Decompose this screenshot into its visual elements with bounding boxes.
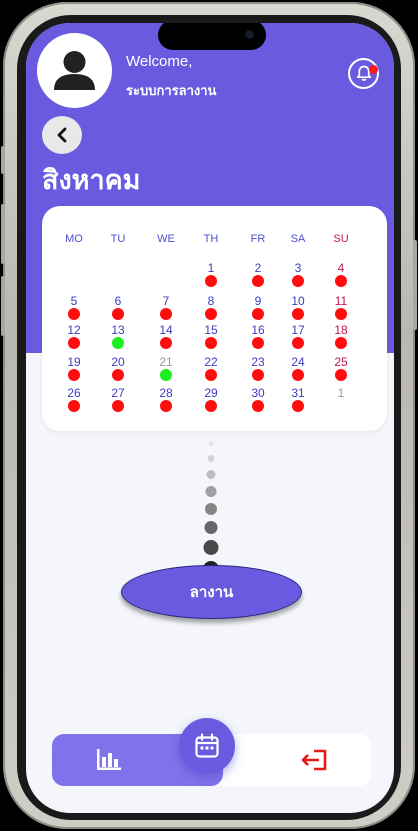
calendar-day[interactable]: 10 bbox=[291, 294, 304, 308]
calendar-day[interactable]: 5 bbox=[71, 294, 78, 308]
weekday-label: FR bbox=[250, 233, 266, 245]
status-dot-absent bbox=[335, 275, 347, 287]
calendar-day[interactable]: 26 bbox=[67, 386, 80, 400]
side-button-volume-down bbox=[1, 276, 5, 336]
notification-badge bbox=[369, 65, 378, 74]
calendar-day[interactable]: 19 bbox=[67, 355, 80, 369]
avatar[interactable] bbox=[37, 33, 112, 108]
calendar-day[interactable]: 28 bbox=[159, 386, 172, 400]
leave-request-button[interactable]: ลางาน bbox=[121, 565, 302, 619]
weekday-label: TU bbox=[110, 233, 126, 245]
status-dot-absent bbox=[292, 369, 304, 381]
calendar-day[interactable]: 18 bbox=[334, 323, 347, 337]
weekday-label: SA bbox=[290, 233, 306, 245]
calendar-day[interactable]: 12 bbox=[67, 323, 80, 337]
status-dot-absent bbox=[335, 337, 347, 349]
side-button-power bbox=[413, 240, 417, 330]
status-dot-absent bbox=[252, 308, 264, 320]
loader-dot bbox=[203, 540, 219, 555]
loader-dot bbox=[208, 441, 214, 446]
notification-button[interactable] bbox=[348, 58, 379, 89]
status-dot-absent bbox=[68, 337, 80, 349]
loader-dot bbox=[204, 521, 218, 534]
status-dot-absent bbox=[205, 369, 217, 381]
status-dot-absent bbox=[252, 275, 264, 287]
loader-dot bbox=[206, 470, 216, 479]
welcome-text: Welcome, bbox=[126, 53, 193, 70]
calendar-day[interactable]: 29 bbox=[204, 386, 217, 400]
calendar-day[interactable]: 23 bbox=[251, 355, 264, 369]
calendar-day[interactable]: 24 bbox=[291, 355, 304, 369]
dynamic-island bbox=[158, 23, 266, 50]
calendar-day[interactable]: 22 bbox=[204, 355, 217, 369]
status-dot-absent bbox=[252, 400, 264, 412]
status-dot-absent bbox=[335, 308, 347, 320]
calendar-day[interactable]: 13 bbox=[111, 323, 124, 337]
calendar-day[interactable]: 8 bbox=[208, 294, 215, 308]
status-dot-absent bbox=[205, 275, 217, 287]
calendar-day[interactable]: 11 bbox=[335, 294, 347, 308]
calendar-day[interactable]: 1 bbox=[208, 261, 215, 275]
loader-dot bbox=[205, 503, 217, 515]
calendar-card: MO TU WE TH FR SA SU 1 2 3 4 5 6 7 8 9 10 11 12 13 14 15 16 17 1… bbox=[42, 206, 387, 431]
status-dot-absent bbox=[160, 400, 172, 412]
status-dot-absent bbox=[205, 337, 217, 349]
calendar-day[interactable]: 7 bbox=[163, 294, 170, 308]
side-button-silent bbox=[1, 146, 5, 174]
status-dot-absent bbox=[160, 337, 172, 349]
calendar-icon bbox=[195, 733, 219, 758]
status-dot-absent bbox=[252, 369, 264, 381]
calendar-day[interactable]: 14 bbox=[159, 323, 172, 337]
calendar-day[interactable]: 15 bbox=[204, 323, 217, 337]
tab-calendar[interactable] bbox=[179, 718, 235, 774]
status-dot-absent bbox=[205, 400, 217, 412]
side-button-volume-up bbox=[1, 204, 5, 264]
chevron-left-icon bbox=[57, 127, 67, 143]
status-dot-absent bbox=[292, 400, 304, 412]
calendar-day[interactable]: 17 bbox=[291, 323, 304, 337]
bar-chart-icon bbox=[97, 749, 121, 770]
status-dot-absent bbox=[112, 400, 124, 412]
calendar-day[interactable]: 20 bbox=[111, 355, 124, 369]
status-dot-absent bbox=[160, 308, 172, 320]
weekday-label: TH bbox=[203, 233, 219, 245]
status-dot-absent bbox=[68, 400, 80, 412]
weekday-label: SU bbox=[333, 233, 349, 245]
user-icon bbox=[54, 51, 95, 90]
weekday-label: WE bbox=[157, 233, 175, 245]
calendar-day[interactable]: 30 bbox=[251, 386, 264, 400]
calendar-day[interactable]: 6 bbox=[115, 294, 122, 308]
calendar-day[interactable]: 31 bbox=[291, 386, 304, 400]
calendar-day[interactable]: 16 bbox=[251, 323, 264, 337]
calendar-day[interactable]: 4 bbox=[338, 261, 345, 275]
status-dot-absent bbox=[205, 308, 217, 320]
logout-icon[interactable] bbox=[300, 748, 328, 772]
calendar-day[interactable]: 9 bbox=[255, 294, 262, 308]
status-dot-absent bbox=[335, 369, 347, 381]
status-dot-absent bbox=[68, 369, 80, 381]
status-dot-absent bbox=[252, 337, 264, 349]
status-dot-absent bbox=[112, 308, 124, 320]
loader-dot bbox=[205, 486, 217, 497]
month-title: สิงหาคม bbox=[42, 165, 141, 195]
status-dot-absent bbox=[292, 337, 304, 349]
app-name: ระบบการลางาน bbox=[126, 83, 217, 98]
back-button[interactable] bbox=[42, 116, 82, 154]
status-dot-approved bbox=[160, 369, 172, 381]
loader-dot bbox=[207, 455, 215, 462]
weekday-label: MO bbox=[65, 233, 83, 245]
calendar-day[interactable]: 3 bbox=[295, 261, 302, 275]
status-dot-absent bbox=[112, 369, 124, 381]
calendar-day[interactable]: 2 bbox=[255, 261, 262, 275]
status-dot-absent bbox=[292, 275, 304, 287]
status-dot-approved bbox=[112, 337, 124, 349]
app-screen: Welcome, ระบบการลางาน สิงหาคม MO TU WE TH FR… bbox=[26, 23, 394, 813]
calendar-day[interactable]: 21 bbox=[159, 355, 172, 369]
status-dot-absent bbox=[68, 308, 80, 320]
calendar-day[interactable]: 25 bbox=[334, 355, 347, 369]
calendar-day[interactable]: 1 bbox=[338, 386, 345, 400]
status-dot-absent bbox=[292, 308, 304, 320]
calendar-day[interactable]: 27 bbox=[111, 386, 124, 400]
